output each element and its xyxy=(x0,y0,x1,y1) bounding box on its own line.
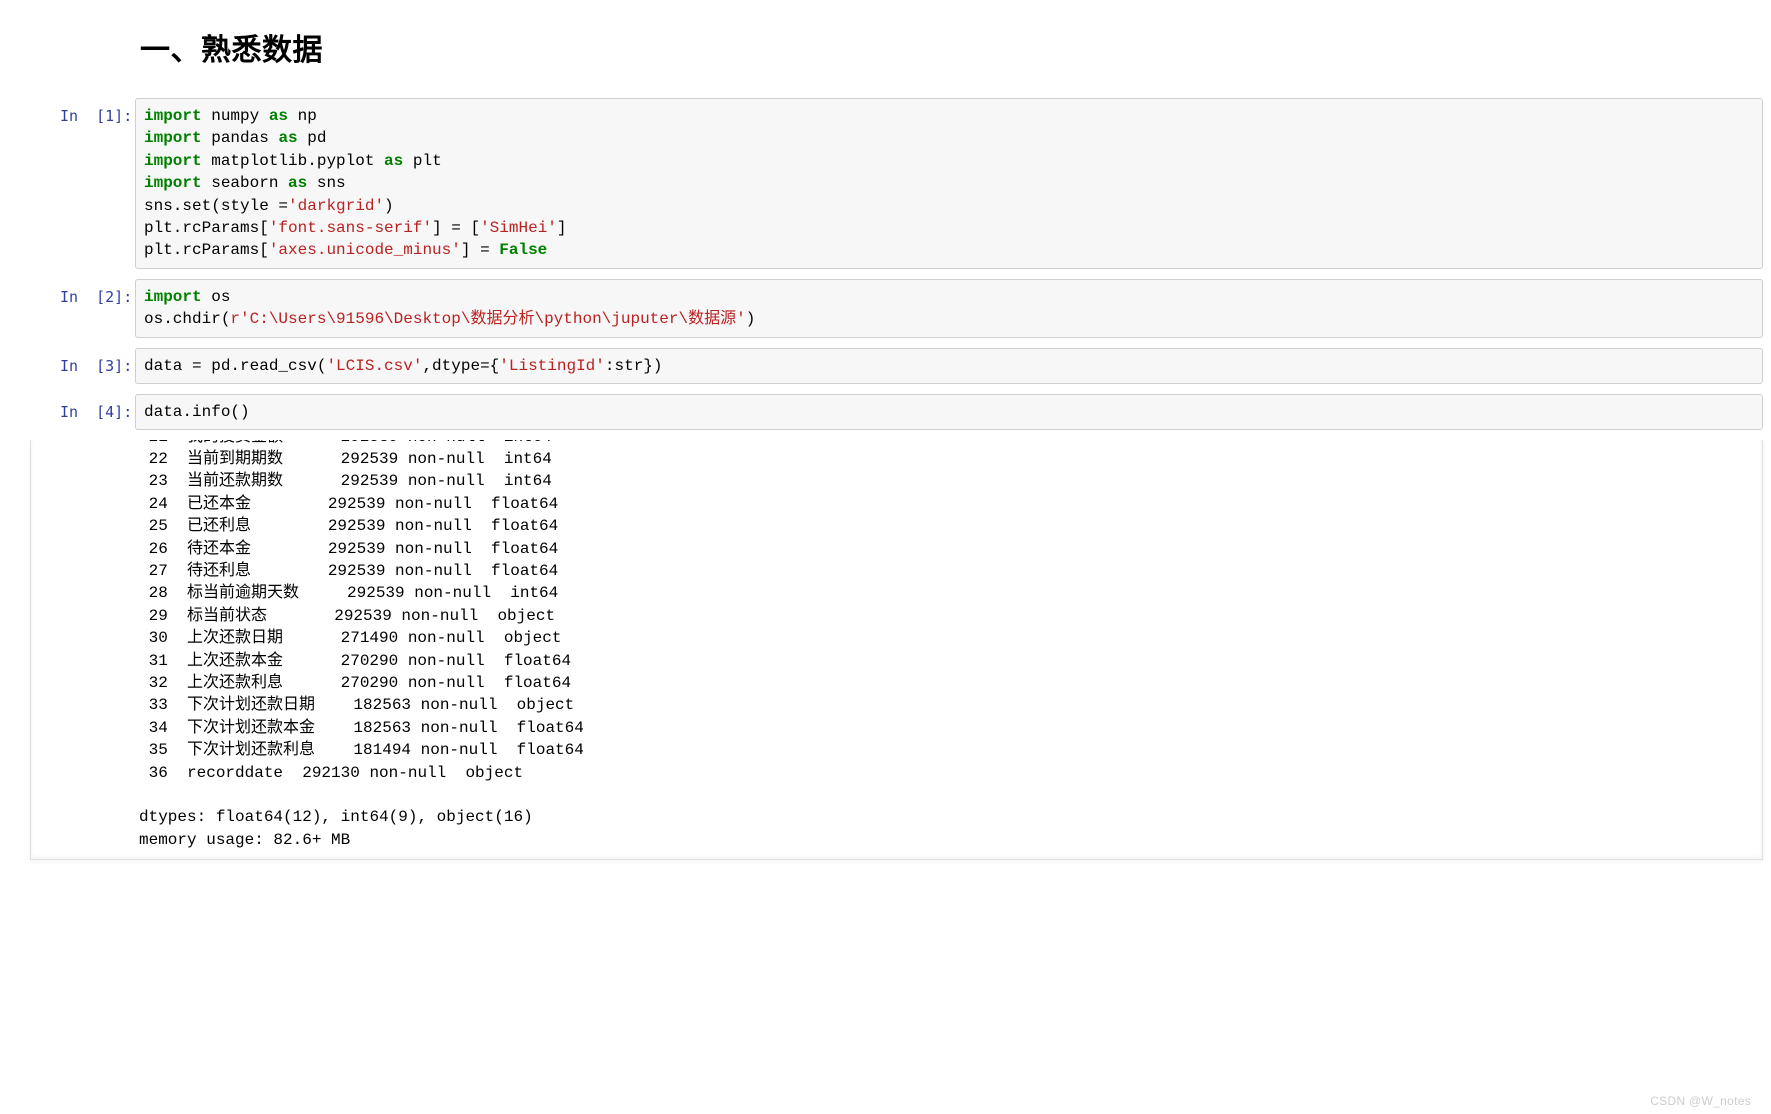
code-cell[interactable]: In [4]: data.info() xyxy=(0,394,1771,430)
output-text: 19 历史正常还款期数 292539 non-null int64 20 历史逾… xyxy=(31,440,1762,859)
cell-prompt: In [4]: xyxy=(60,394,135,423)
cell-prompt: In [1]: xyxy=(60,98,135,127)
output-info-footer: dtypes: float64(12), int64(9), object(16… xyxy=(139,784,1762,851)
output-info-rows: 20 历史逾期还款期数 292539 non-null int64 21 我的投… xyxy=(139,440,1762,784)
code-token: 'darkgrid' xyxy=(288,197,384,215)
code-token: matplotlib.pyplot xyxy=(211,152,384,170)
markdown-heading-cell: 一、熟悉数据 xyxy=(0,10,1771,92)
code-token: data.info() xyxy=(144,403,250,421)
code-token: ] = xyxy=(461,241,499,259)
code-input[interactable]: data = pd.read_csv('LCIS.csv',dtype={'Li… xyxy=(135,348,1763,384)
code-cell[interactable]: In [2]:import os os.chdir(r'C:\Users\915… xyxy=(0,279,1771,338)
code-input[interactable]: data.info() xyxy=(135,394,1763,430)
code-token: plt xyxy=(413,152,442,170)
code-token: os xyxy=(211,288,230,306)
code-input[interactable]: import numpy as np import pandas as pd i… xyxy=(135,98,1763,269)
code-token: pd xyxy=(307,129,326,147)
code-token: sns.set(style = xyxy=(144,197,288,215)
code-token: plt.rcParams[ xyxy=(144,241,269,259)
output-scroll-area[interactable]: 19 历史正常还款期数 292539 non-null int64 20 历史逾… xyxy=(30,440,1763,860)
code-token: ,dtype={ xyxy=(422,357,499,375)
code-token: ) xyxy=(384,197,394,215)
code-token: as xyxy=(278,129,307,147)
code-token: 'axes.unicode_minus' xyxy=(269,241,461,259)
code-input[interactable]: import os os.chdir(r'C:\Users\91596\Desk… xyxy=(135,279,1763,338)
code-token: 'SimHei' xyxy=(480,219,557,237)
code-token: :str}) xyxy=(605,357,663,375)
notebook-container: 一、熟悉数据 In [1]:import numpy as np import … xyxy=(0,0,1771,860)
cell-prompt: In [3]: xyxy=(60,348,135,377)
code-token: as xyxy=(288,174,317,192)
code-token: seaborn xyxy=(211,174,288,192)
code-token: 'ListingId' xyxy=(499,357,605,375)
code-token: import xyxy=(144,107,211,125)
code-token: pandas xyxy=(211,129,278,147)
code-token: ] xyxy=(557,219,567,237)
code-token: os.chdir( xyxy=(144,310,230,328)
code-token: ) xyxy=(746,310,756,328)
code-token: data = pd.read_csv( xyxy=(144,357,326,375)
code-token: import xyxy=(144,288,211,306)
code-token: 'font.sans-serif' xyxy=(269,219,432,237)
watermark: CSDN @W_notes xyxy=(1650,1093,1751,1110)
code-token: np xyxy=(298,107,317,125)
code-token: as xyxy=(384,152,413,170)
code-token: as xyxy=(269,107,298,125)
section-heading: 一、熟悉数据 xyxy=(140,30,1771,72)
code-token: sns xyxy=(317,174,346,192)
code-token: False xyxy=(499,241,547,259)
code-token: import xyxy=(144,174,211,192)
code-token: numpy xyxy=(211,107,269,125)
code-token: import xyxy=(144,129,211,147)
code-cell[interactable]: In [1]:import numpy as np import pandas … xyxy=(0,98,1771,269)
code-token: 'LCIS.csv' xyxy=(326,357,422,375)
code-token: ] = [ xyxy=(432,219,480,237)
code-token: import xyxy=(144,152,211,170)
cell-prompt: In [2]: xyxy=(60,279,135,308)
code-cell[interactable]: In [3]:data = pd.read_csv('LCIS.csv',dty… xyxy=(0,348,1771,384)
code-token: r'C:\Users\91596\Desktop\数据分析\python\jup… xyxy=(230,310,745,328)
code-token: plt.rcParams[ xyxy=(144,219,269,237)
